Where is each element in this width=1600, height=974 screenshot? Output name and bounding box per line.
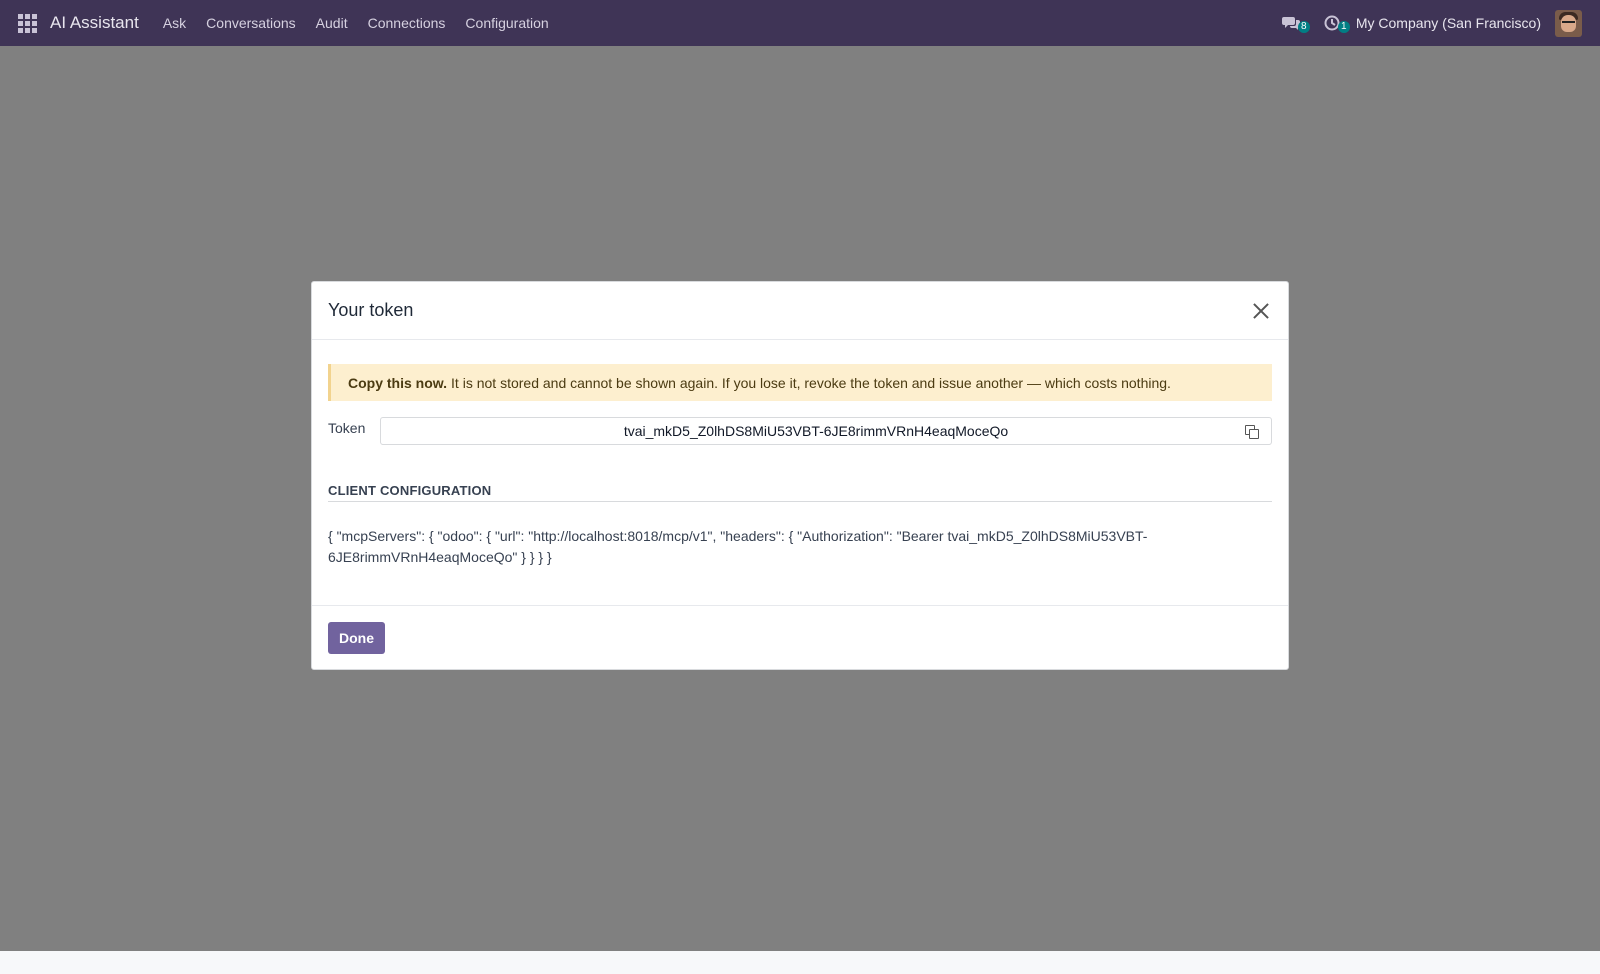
messages-button[interactable]: 8 <box>1270 15 1312 33</box>
page-footer <box>0 951 1600 974</box>
token-row: Token tvai_mkD5_Z0lhDS8MiU53VBT-6JE8rimm… <box>328 417 1272 445</box>
menu-conversations[interactable]: Conversations <box>196 15 306 31</box>
copy-icon[interactable] <box>1245 425 1259 439</box>
client-configuration-json: { "mcpServers": { "odoo": { "url": "http… <box>328 528 1148 565</box>
activities-button[interactable]: 1 <box>1312 15 1352 33</box>
warning-alert: Copy this now. It is not stored and cann… <box>328 364 1272 401</box>
chat-icon <box>1281 17 1300 30</box>
menu-ask[interactable]: Ask <box>153 15 196 31</box>
menu-connections[interactable]: Connections <box>358 15 456 31</box>
dialog-title: Your token <box>328 300 414 320</box>
dialog-header: Your token <box>312 282 1288 340</box>
systray: 8 1 My Company (San Francisco) <box>1270 0 1600 46</box>
top-navbar: AI Assistant Ask Conversations Audit Con… <box>0 0 1600 46</box>
client-configuration-heading: CLIENT CONFIGURATION <box>328 483 1272 502</box>
messages-count-badge: 8 <box>1297 21 1310 33</box>
app-name[interactable]: AI Assistant <box>50 13 139 33</box>
token-label: Token <box>328 420 366 436</box>
menu-audit[interactable]: Audit <box>306 15 358 31</box>
dialog-footer: Done <box>312 606 1288 670</box>
user-avatar[interactable] <box>1555 9 1582 37</box>
dialog-body: Copy this now. It is not stored and cann… <box>312 340 1288 606</box>
token-value[interactable]: tvai_mkD5_Z0lhDS8MiU53VBT-6JE8rimmVRnH4e… <box>381 423 1271 439</box>
alert-bold-text: Copy this now. <box>348 374 448 391</box>
activities-count-badge: 1 <box>1337 21 1350 33</box>
company-switcher[interactable]: My Company (San Francisco) <box>1352 15 1555 31</box>
menu-configuration[interactable]: Configuration <box>455 15 558 31</box>
alert-text: It is not stored and cannot be shown aga… <box>451 374 1171 391</box>
token-field[interactable]: tvai_mkD5_Z0lhDS8MiU53VBT-6JE8rimmVRnH4e… <box>380 417 1272 445</box>
apps-menu-icon[interactable] <box>4 0 50 46</box>
done-button[interactable]: Done <box>328 622 385 654</box>
close-icon[interactable] <box>1250 300 1272 322</box>
token-dialog: Your token Copy this now. It is not stor… <box>311 281 1289 670</box>
